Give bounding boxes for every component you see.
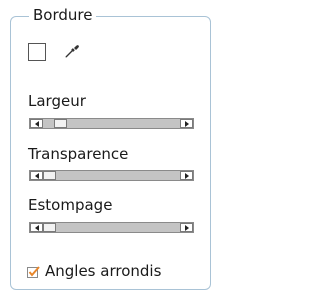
slider-left-arrow-icon[interactable] <box>30 223 43 232</box>
slider-transparence[interactable] <box>29 170 194 181</box>
group-title: Bordure <box>29 6 97 24</box>
slider-label-largeur: Largeur <box>28 92 86 110</box>
slider-right-arrow-icon[interactable] <box>180 223 193 232</box>
slider-thumb[interactable] <box>43 171 56 180</box>
slider-thumb[interactable] <box>54 119 68 128</box>
rounded-corners-label: Angles arrondis <box>45 262 162 280</box>
slider-right-arrow-icon[interactable] <box>180 171 193 180</box>
slider-left-arrow-icon[interactable] <box>30 171 43 180</box>
eyedropper-icon[interactable] <box>63 42 81 60</box>
slider-largeur[interactable] <box>29 118 194 129</box>
slider-left-arrow-icon[interactable] <box>30 119 43 128</box>
rounded-corners-checkbox[interactable] <box>27 264 41 278</box>
slider-thumb[interactable] <box>43 223 56 232</box>
slider-right-arrow-icon[interactable] <box>180 119 193 128</box>
slider-label-transparence: Transparence <box>28 145 129 163</box>
slider-estompage[interactable] <box>29 222 194 233</box>
slider-label-estompage: Estompage <box>28 196 113 214</box>
border-color-swatch[interactable] <box>28 43 46 61</box>
